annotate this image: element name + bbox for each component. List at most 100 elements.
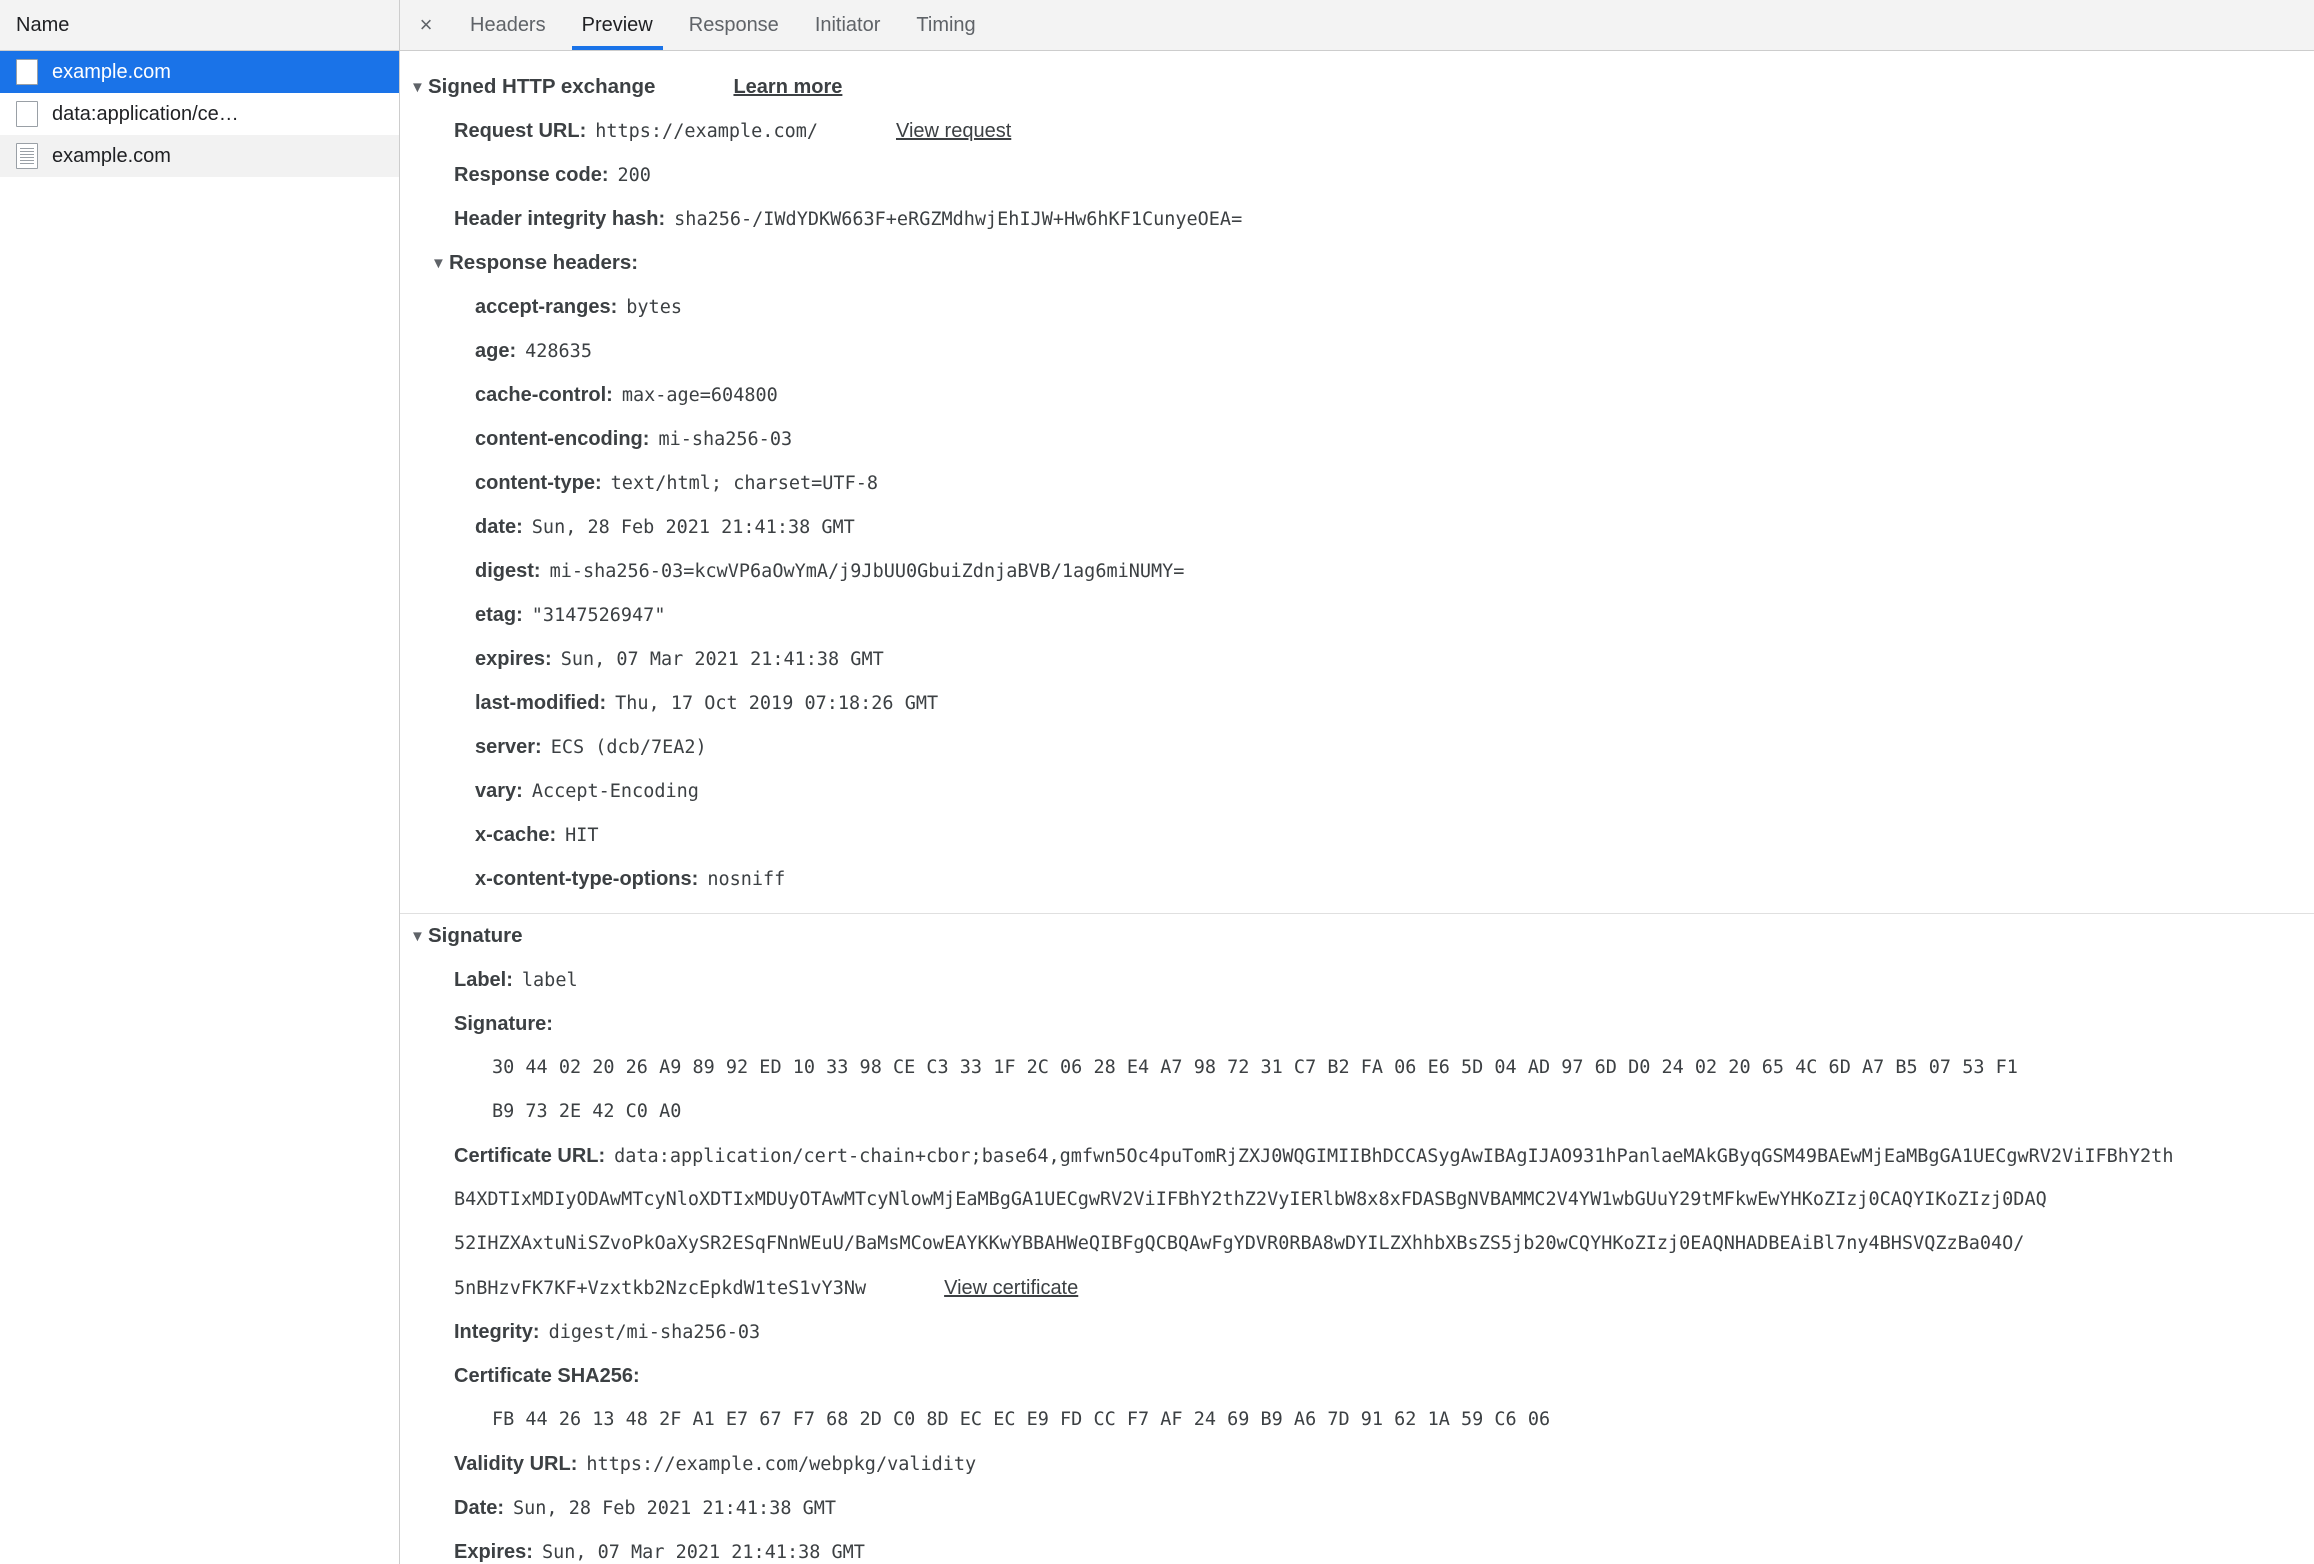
certificate-url-continuation: 5nBHzvFK7KF+Vzxtkb2NzcEpkdW1teS1vY3Nw — [454, 1278, 867, 1299]
table-row: x-content-type-options: nosniff — [400, 857, 2314, 901]
header-name: accept-ranges: — [475, 296, 618, 318]
signature-bytes-line: 30 44 02 20 26 A9 89 92 ED 10 33 98 CE C… — [492, 1057, 2018, 1078]
tab-response[interactable]: Response — [671, 0, 797, 50]
header-value: 428635 — [525, 341, 592, 362]
signature-label-value: label — [521, 970, 578, 991]
header-name: x-cache: — [475, 824, 557, 846]
sxg-section-title: Signed HTTP exchange — [428, 75, 656, 98]
request-url-value: https://example.com/ — [595, 121, 818, 142]
table-row: content-type: text/html; charset=UTF-8 — [400, 461, 2314, 505]
validity-url-row: Validity URL: https://example.com/webpkg… — [400, 1442, 2314, 1486]
list-item[interactable]: example.com — [0, 51, 399, 93]
header-name: content-encoding: — [475, 428, 650, 450]
signature-label-row: Label: label — [400, 958, 2314, 1002]
header-value: Sun, 07 Mar 2021 21:41:38 GMT — [560, 649, 884, 670]
request-url-key: Request URL: — [454, 120, 587, 142]
header-value: mi-sha256-03 — [658, 429, 793, 450]
integrity-row: Integrity: digest/mi-sha256-03 — [400, 1310, 2314, 1354]
tab-timing[interactable]: Timing — [898, 0, 993, 50]
blank-document-icon — [16, 101, 38, 127]
detail-tabbar: × Headers Preview Response Initiator Tim… — [400, 0, 2314, 51]
header-name: digest: — [475, 560, 541, 582]
signature-expires-key: Expires: — [454, 1541, 533, 1563]
tab-preview[interactable]: Preview — [564, 0, 671, 50]
response-code-value: 200 — [617, 165, 651, 186]
header-name: expires: — [475, 648, 552, 670]
header-name: vary: — [475, 780, 523, 802]
chevron-down-icon[interactable]: ▼ — [431, 242, 449, 286]
request-url-row: Request URL: https://example.com/ View r… — [400, 109, 2314, 153]
header-name: etag: — [475, 604, 523, 626]
signature-expires-value: Sun, 07 Mar 2021 21:41:38 GMT — [541, 1542, 865, 1563]
view-certificate-link[interactable]: View certificate — [944, 1266, 1078, 1310]
header-value: nosniff — [707, 869, 786, 890]
sxg-tree: ▼ Signed HTTP exchange Learn more Reques… — [400, 51, 2314, 1564]
validity-url-value: https://example.com/webpkg/validity — [586, 1454, 977, 1475]
table-row: age: 428635 — [400, 329, 2314, 373]
header-value: "3147526947" — [531, 605, 666, 626]
header-value: max-age=604800 — [621, 385, 778, 406]
header-name: server: — [475, 736, 542, 758]
list-item-label: example.com — [52, 144, 171, 167]
table-row: accept-ranges: bytes — [400, 285, 2314, 329]
list-item[interactable]: example.com — [0, 135, 399, 177]
close-icon[interactable]: × — [400, 0, 452, 50]
certificate-url-value: data:application/cert-chain+cbor;base64,… — [614, 1146, 2174, 1167]
learn-more-link[interactable]: Learn more — [733, 65, 842, 109]
response-headers-title: Response headers: — [449, 251, 639, 274]
column-header-name[interactable]: Name — [0, 14, 69, 37]
header-name: last-modified: — [475, 692, 607, 714]
header-value: ECS (dcb/7EA2) — [550, 737, 707, 758]
header-value: bytes — [626, 297, 682, 318]
signature-date-key: Date: — [454, 1497, 505, 1519]
cert-sha256-key: Certificate SHA256: — [454, 1365, 640, 1387]
response-headers-section[interactable]: ▼ Response headers: — [400, 241, 2314, 285]
chevron-down-icon[interactable]: ▼ — [410, 66, 428, 110]
table-row: last-modified: Thu, 17 Oct 2019 07:18:26… — [400, 681, 2314, 725]
header-value: Thu, 17 Oct 2019 07:18:26 GMT — [615, 693, 939, 714]
header-integrity-key: Header integrity hash: — [454, 208, 666, 230]
list-item-label: data:application/ce… — [52, 102, 239, 125]
header-name: age: — [475, 340, 517, 362]
response-code-key: Response code: — [454, 164, 609, 186]
table-row: date: Sun, 28 Feb 2021 21:41:38 GMT — [400, 505, 2314, 549]
certificate-url-key: Certificate URL: — [454, 1145, 606, 1167]
table-row: digest: mi-sha256-03=kcwVP6aOwYmA/j9JbUU… — [400, 549, 2314, 593]
signature-section-header[interactable]: ▼ Signature — [400, 914, 2314, 958]
signature-label-key: Label: — [454, 969, 513, 991]
table-row: cache-control: max-age=604800 — [400, 373, 2314, 417]
signature-bytes-line: B9 73 2E 42 C0 A0 — [492, 1101, 682, 1122]
signature-expires-row: Expires: Sun, 07 Mar 2021 21:41:38 GMT — [400, 1530, 2314, 1564]
integrity-key: Integrity: — [454, 1321, 540, 1343]
chevron-down-icon[interactable]: ▼ — [410, 915, 428, 959]
view-request-link[interactable]: View request — [896, 109, 1011, 153]
header-value: text/html; charset=UTF-8 — [610, 473, 878, 494]
preview-content: ▼ Signed HTTP exchange Learn more Reques… — [400, 51, 2314, 1564]
certificate-url-last-line: 5nBHzvFK7KF+Vzxtkb2NzcEpkdW1teS1vY3Nw Vi… — [400, 1266, 2314, 1310]
signature-date-row: Date: Sun, 28 Feb 2021 21:41:38 GMT — [400, 1486, 2314, 1530]
header-name: cache-control: — [475, 384, 613, 406]
header-integrity-value: sha256-/IWdYDKW663F+eRGZMdhwjEhIJW+Hw6hK… — [674, 209, 1243, 230]
table-row: etag: "3147526947" — [400, 593, 2314, 637]
table-row: vary: Accept-Encoding — [400, 769, 2314, 813]
sxg-section-header[interactable]: ▼ Signed HTTP exchange Learn more — [400, 65, 2314, 109]
request-list-panel: Name example.com data:application/ce… ex… — [0, 0, 400, 1564]
detail-panel: × Headers Preview Response Initiator Tim… — [400, 0, 2314, 1564]
header-value: Sun, 28 Feb 2021 21:41:38 GMT — [531, 517, 855, 538]
signature-key: Signature: — [454, 1013, 553, 1035]
tab-headers[interactable]: Headers — [452, 0, 564, 50]
validity-url-key: Validity URL: — [454, 1453, 578, 1475]
table-row: expires: Sun, 07 Mar 2021 21:41:38 GMT — [400, 637, 2314, 681]
request-list-header: Name — [0, 0, 399, 51]
table-row: x-cache: HIT — [400, 813, 2314, 857]
table-row: server: ECS (dcb/7EA2) — [400, 725, 2314, 769]
blank-document-icon — [16, 59, 38, 85]
tab-initiator[interactable]: Initiator — [797, 0, 899, 50]
cert-sha256-bytes: FB 44 26 13 48 2F A1 E7 67 F7 68 2D C0 8… — [492, 1409, 1551, 1430]
header-name: content-type: — [475, 472, 602, 494]
text-document-icon — [16, 143, 38, 169]
integrity-value: digest/mi-sha256-03 — [548, 1322, 761, 1343]
header-value: mi-sha256-03=kcwVP6aOwYmA/j9JbUU0GbuiZdn… — [549, 561, 1185, 582]
header-value: Accept-Encoding — [531, 781, 699, 802]
list-item[interactable]: data:application/ce… — [0, 93, 399, 135]
